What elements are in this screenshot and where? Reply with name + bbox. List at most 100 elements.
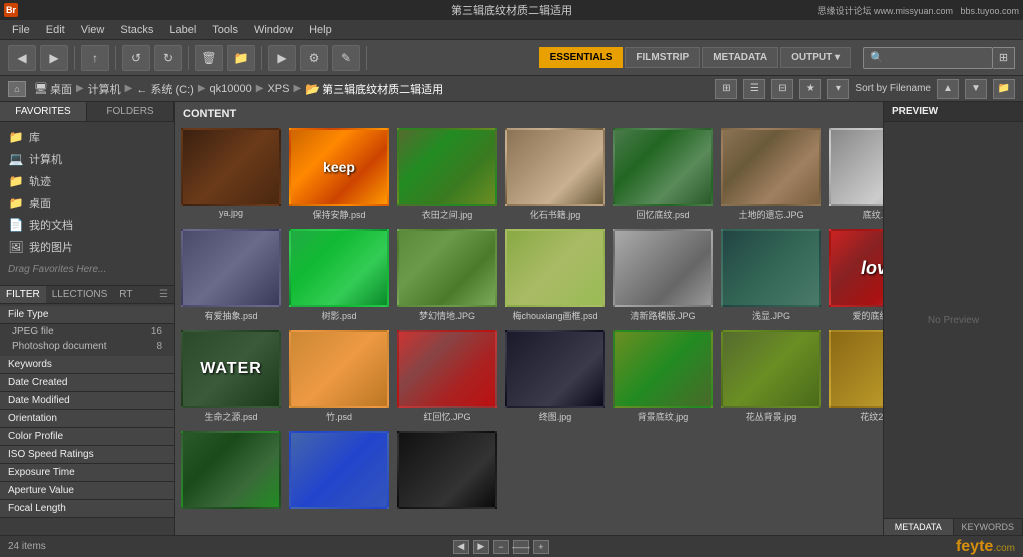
thumb-love-abstract[interactable]: 有爱抽象.psd [179, 227, 283, 324]
sort-asc-button[interactable]: ▲ [937, 79, 959, 99]
tab-metadata-right[interactable]: METADATA [884, 519, 954, 535]
thumb-red-memory[interactable]: 红回忆.JPG [395, 328, 499, 425]
thumb-shadow[interactable]: 树影.psd [287, 227, 391, 324]
menu-file[interactable]: File [4, 24, 38, 36]
tab-metadata[interactable]: METADATA [702, 47, 778, 68]
bc-current[interactable]: 📂 第三辑底纹材质二辑适用 [305, 81, 443, 97]
thumb-pattern2[interactable]: 花纹2.jpg [827, 328, 883, 425]
menu-stacks[interactable]: Stacks [112, 24, 161, 36]
menu-help[interactable]: Help [301, 24, 340, 36]
bc-desktop[interactable]: 🖥 桌面 [34, 81, 72, 97]
new-folder-button[interactable]: 📁 [227, 45, 255, 71]
fav-computer[interactable]: 💻 计算机 [0, 148, 174, 170]
preview-empty: No Preview [928, 315, 979, 326]
sort-label: Sort by Filename [855, 83, 931, 94]
filter-title-focal[interactable]: Focal Length [0, 500, 174, 518]
thumb-fresh[interactable]: 清新路模版.JPG [611, 227, 715, 324]
left-panel: FAVORITES FOLDERS 📁 库 💻 计算机 📁 轨迹 📁 桌面 📄 [0, 102, 175, 535]
thumb-field[interactable]: 衣田之间.jpg [395, 126, 499, 223]
thumb-land[interactable]: 土地的遗忘.JPG [719, 126, 823, 223]
current-folder-icon: 📂 [305, 82, 320, 96]
star-button[interactable]: ★ [799, 79, 821, 99]
zoom-in-button[interactable]: + [533, 540, 549, 554]
filter-tab-filter[interactable]: FILTER [0, 286, 46, 303]
thumb-extra3[interactable] [395, 429, 499, 513]
filter-item-psd[interactable]: Photoshop document 8 [0, 339, 174, 354]
filter-title-aperture[interactable]: Aperture Value [0, 482, 174, 500]
sort-desc-button[interactable]: ▼ [965, 79, 987, 99]
filter-title-iso[interactable]: ISO Speed Ratings [0, 446, 174, 464]
fav-track[interactable]: 📁 轨迹 [0, 170, 174, 192]
thumb-ya[interactable]: ya.jpg [179, 126, 283, 223]
thumb-love-texture[interactable]: love 爱的底纹.psd [827, 227, 883, 324]
menu-edit[interactable]: Edit [38, 24, 73, 36]
menu-window[interactable]: Window [246, 24, 301, 36]
thumb-water[interactable]: WATER 生命之源.psd [179, 328, 283, 425]
delete-button[interactable]: 🗑 [195, 45, 223, 71]
rotate-ccw-button[interactable]: ↺ [122, 45, 150, 71]
menu-label[interactable]: Label [161, 24, 204, 36]
filter-title-datecreated[interactable]: Date Created [0, 374, 174, 392]
tab-favorites[interactable]: FAVORITES [0, 102, 87, 121]
tab-essentials[interactable]: ESSENTIALS [539, 47, 624, 68]
fav-library[interactable]: 📁 库 [0, 126, 174, 148]
tab-output[interactable]: OUTPUT ▾ [780, 47, 851, 68]
view-grid-button[interactable]: ⊞ [715, 79, 737, 99]
zoom-out-button[interactable]: − [493, 540, 509, 554]
fav-desktop[interactable]: 📁 桌面 [0, 192, 174, 214]
up-button[interactable]: ↑ [81, 45, 109, 71]
thumb-bg-texture[interactable]: 背景底纹.jpg [611, 328, 715, 425]
bc-qk[interactable]: qk10000 [210, 83, 252, 95]
filter-title-datemodified[interactable]: Date Modified [0, 392, 174, 410]
refine-button[interactable]: ⚙ [300, 45, 328, 71]
filter-title-keywords[interactable]: Keywords [0, 356, 174, 374]
fav-pictures[interactable]: 🖼 我的图片 [0, 236, 174, 258]
filter-title-orientation[interactable]: Orientation [0, 410, 174, 428]
filter-title-colorprofile[interactable]: Color Profile [0, 428, 174, 446]
tab-keywords-right[interactable]: KEYWORDS [954, 519, 1023, 535]
filter-button[interactable]: ▾ [827, 79, 849, 99]
thumb-dream[interactable]: 梦幻情地.JPG [395, 227, 499, 324]
home-button[interactable]: ⌂ [8, 81, 26, 97]
filter-more-button[interactable]: ☰ [153, 286, 174, 303]
tab-filmstrip[interactable]: FILMSTRIP [625, 47, 700, 68]
menu-tools[interactable]: Tools [204, 24, 246, 36]
filter-item-jpeg[interactable]: JPEG file 16 [0, 324, 174, 339]
filter-title-filetype[interactable]: File Type [0, 306, 174, 324]
filter-tab-collections[interactable]: LLECTIONS [46, 286, 114, 303]
thumb-bamboo[interactable]: 竹.psd [287, 328, 391, 425]
bc-computer[interactable]: 计算机 [88, 81, 121, 97]
menu-view[interactable]: View [73, 24, 113, 36]
thumb-memory[interactable]: 回忆底纹.psd [611, 126, 715, 223]
rotate-cw-button[interactable]: ↻ [154, 45, 182, 71]
status-btn-right[interactable]: ▶ [473, 540, 489, 554]
thumb-final[interactable]: 终图.jpg [503, 328, 607, 425]
status-btn-left[interactable]: ◀ [453, 540, 469, 554]
thumb-shallow[interactable]: 浅显.JPG [719, 227, 823, 324]
bc-xps[interactable]: XPS [267, 83, 289, 95]
forward-button[interactable]: ▶ [40, 45, 68, 71]
open-in-button[interactable]: ▶ [268, 45, 296, 71]
filter-title-exposure[interactable]: Exposure Time [0, 464, 174, 482]
thumb-frame[interactable]: 梅chouxiang画框.psd [503, 227, 607, 324]
view-list-button[interactable]: ☰ [743, 79, 765, 99]
thumb-fossil[interactable]: 化石书籍.jpg [503, 126, 607, 223]
thumb-quiet[interactable]: keep 保持安静.psd [287, 126, 391, 223]
bc-system[interactable]: ← 系统 (C:) [136, 81, 193, 97]
search-submit-button[interactable]: ⊞ [993, 47, 1015, 69]
thumb-flowers[interactable]: 花丛背景.jpg [719, 328, 823, 425]
fav-documents[interactable]: 📄 我的文档 [0, 214, 174, 236]
filter-tab-rt[interactable]: RT [113, 286, 138, 303]
main-area: FAVORITES FOLDERS 📁 库 💻 计算机 📁 轨迹 📁 桌面 📄 [0, 102, 1023, 535]
back-button[interactable]: ◀ [8, 45, 36, 71]
search-input[interactable] [863, 47, 993, 69]
thumb-extra2[interactable] [287, 429, 391, 513]
thumb-label-love-texture: 爱的底纹.psd [852, 309, 883, 322]
new-folder-bc-button[interactable]: 📁 [993, 79, 1015, 99]
view-path-button[interactable]: ⊟ [771, 79, 793, 99]
thumb-extra1[interactable] [179, 429, 283, 513]
zoom-slider[interactable]: —— [513, 540, 529, 554]
thumb-texture[interactable]: 底纹.jpg [827, 126, 883, 223]
tab-folders[interactable]: FOLDERS [87, 102, 174, 121]
batch-rename-button[interactable]: ✎ [332, 45, 360, 71]
